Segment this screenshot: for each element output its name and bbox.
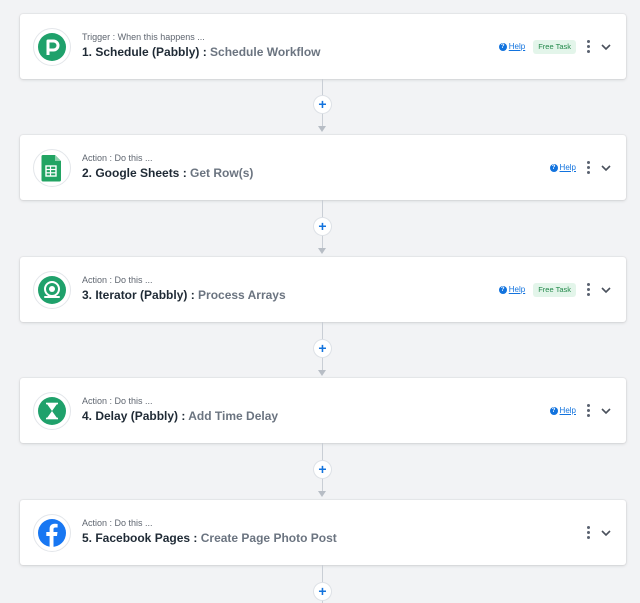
help-icon: ?: [549, 163, 558, 172]
step-action: Get Row(s): [190, 166, 254, 180]
step-label: Action : Do this ...: [82, 275, 153, 285]
help-link[interactable]: ? Help: [549, 163, 576, 172]
help-link[interactable]: ? Help: [549, 406, 576, 415]
more-options-icon[interactable]: [584, 526, 592, 539]
help-icon: ?: [498, 42, 507, 51]
chevron-down-icon[interactable]: [600, 162, 612, 174]
step-label: Action : Do this ...: [82, 396, 153, 406]
facebook-icon: [33, 514, 71, 552]
help-icon: ?: [549, 406, 558, 415]
chevron-down-icon[interactable]: [600, 41, 612, 53]
add-step-button[interactable]: +: [314, 461, 331, 478]
arrow-down-icon: [318, 370, 326, 376]
step-title: 4. Delay (Pabbly) : Add Time Delay: [82, 409, 279, 423]
help-icon: ?: [498, 285, 507, 294]
add-step-button[interactable]: +: [314, 218, 331, 235]
workflow-step-1[interactable]: Trigger : When this happens ... 1. Sched…: [20, 14, 626, 79]
add-step-button[interactable]: +: [314, 340, 331, 357]
step-title: 3. Iterator (Pabbly) : Process Arrays: [82, 288, 286, 302]
workflow-step-5[interactable]: Action : Do this ... 5. Facebook Pages :…: [20, 500, 626, 565]
chevron-down-icon[interactable]: [600, 405, 612, 417]
more-options-icon[interactable]: [584, 404, 592, 417]
step-title: 5. Facebook Pages : Create Page Photo Po…: [82, 531, 337, 545]
arrow-down-icon: [318, 491, 326, 497]
step-action: Schedule Workflow: [210, 45, 321, 59]
step-title: 2. Google Sheets : Get Row(s): [82, 166, 254, 180]
workflow-step-3[interactable]: Action : Do this ... 3. Iterator (Pabbly…: [20, 257, 626, 322]
help-link[interactable]: ? Help: [498, 285, 525, 294]
iterator-icon: [33, 271, 71, 309]
more-options-icon[interactable]: [584, 40, 592, 53]
hourglass-icon: [33, 392, 71, 430]
add-step-button[interactable]: +: [314, 583, 331, 600]
free-task-badge: Free Task: [533, 282, 576, 297]
step-title: 1. Schedule (Pabbly) : Schedule Workflow: [82, 45, 321, 59]
step-label: Trigger : When this happens ...: [82, 32, 205, 42]
workflow-step-2[interactable]: Action : Do this ... 2. Google Sheets : …: [20, 135, 626, 200]
more-options-icon[interactable]: [584, 283, 592, 296]
step-action: Create Page Photo Post: [200, 531, 337, 545]
help-link[interactable]: ? Help: [498, 42, 525, 51]
pabbly-schedule-icon: [33, 28, 71, 66]
workflow-step-4[interactable]: Action : Do this ... 4. Delay (Pabbly) :…: [20, 378, 626, 443]
chevron-down-icon[interactable]: [600, 284, 612, 296]
more-options-icon[interactable]: [584, 161, 592, 174]
step-label: Action : Do this ...: [82, 153, 153, 163]
chevron-down-icon[interactable]: [600, 527, 612, 539]
step-action: Add Time Delay: [188, 409, 279, 423]
arrow-down-icon: [318, 126, 326, 132]
add-step-button[interactable]: +: [314, 96, 331, 113]
arrow-down-icon: [318, 248, 326, 254]
google-sheets-icon: [33, 149, 71, 187]
step-label: Action : Do this ...: [82, 518, 153, 528]
free-task-badge: Free Task: [533, 39, 576, 54]
step-action: Process Arrays: [198, 288, 286, 302]
